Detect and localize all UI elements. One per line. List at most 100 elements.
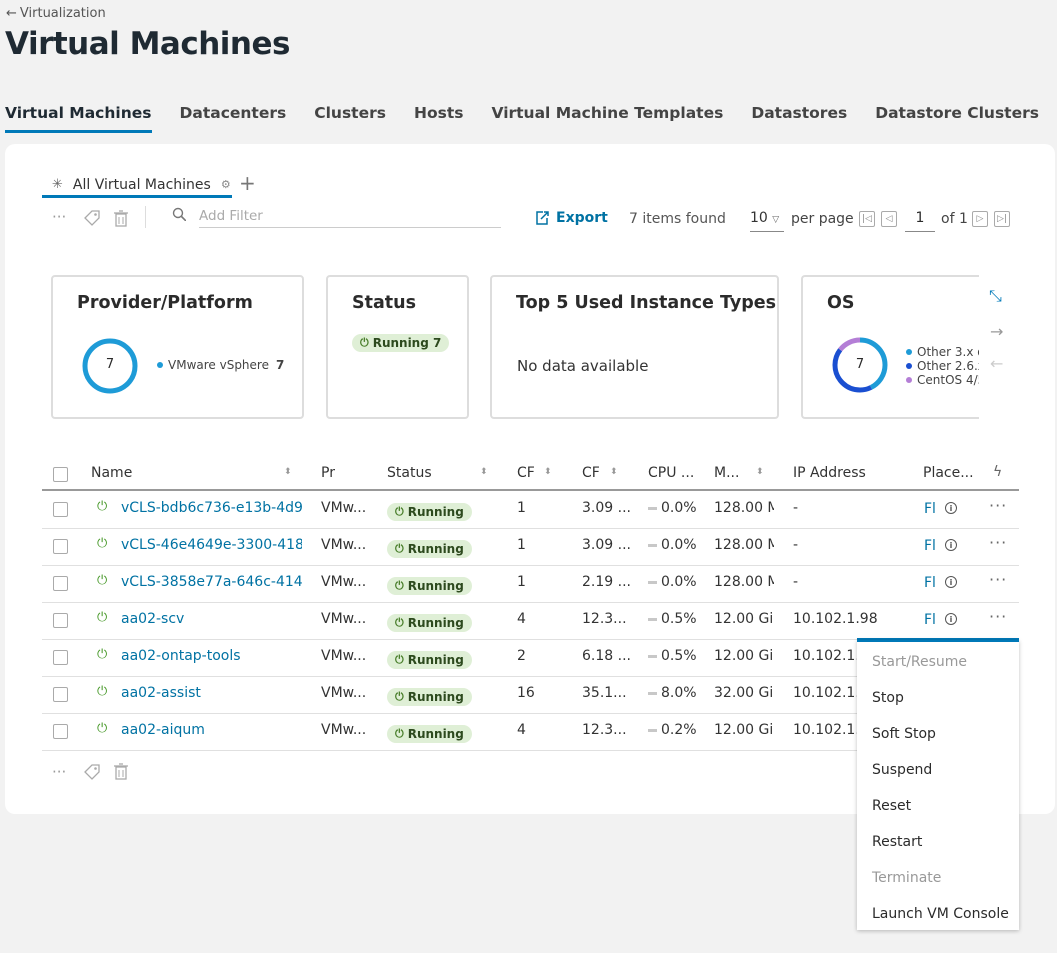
back-link[interactable]: ← Virtualization — [6, 6, 106, 21]
column-header-cpu-util[interactable]: CPU ... — [648, 465, 694, 481]
sort-icon[interactable]: ⬍ — [284, 467, 292, 477]
add-view-button[interactable]: + — [239, 171, 256, 195]
sort-icon[interactable]: ⬍ — [544, 467, 552, 477]
info-icon[interactable]: i — [945, 576, 957, 588]
first-page-icon[interactable]: |◁ — [859, 211, 875, 227]
scroll-right-icon[interactable]: → — [990, 322, 1003, 341]
column-header-cpu-freq[interactable]: CF — [582, 465, 600, 481]
vm-provider: VMw... — [321, 500, 367, 516]
tab-hosts[interactable]: Hosts — [414, 104, 463, 133]
tab-datastore-clusters[interactable]: Datastore Clusters — [875, 104, 1039, 133]
trash-icon[interactable] — [114, 210, 128, 227]
running-badge: ⏻ Running — [387, 614, 472, 632]
top5-card-title: Top 5 Used Instance Types — [516, 293, 777, 313]
tab-vm-templates[interactable]: Virtual Machine Templates — [491, 104, 723, 133]
power-icon: ⏻ — [360, 336, 369, 349]
vm-name-link[interactable]: vCLS-bdb6c736-e13b-4d9 — [121, 500, 302, 516]
collapse-icon[interactable]: ⤡ — [989, 286, 1002, 306]
menu-item-start-resume[interactable]: Start/Resume — [872, 654, 967, 670]
view-tab-all-vms[interactable]: ✳ All Virtual Machines ⚙ — [42, 174, 232, 198]
sort-icon[interactable]: ⬍ — [610, 467, 618, 477]
tag-icon[interactable] — [83, 209, 101, 227]
vm-placement-link[interactable]: Fl — [924, 612, 936, 628]
status-card-title: Status — [352, 293, 417, 313]
trash-icon[interactable] — [114, 763, 128, 780]
row-checkbox[interactable] — [53, 687, 68, 702]
gear-icon[interactable]: ⚙ — [221, 178, 231, 191]
filter-input[interactable]: Add Filter — [199, 208, 501, 228]
row-checkbox[interactable] — [53, 613, 68, 628]
menu-item-reset[interactable]: Reset — [872, 798, 911, 814]
menu-item-launch-console[interactable]: Launch VM Console — [872, 906, 1009, 922]
per-page-select[interactable]: 10 ▽ — [750, 210, 784, 232]
select-all-checkbox[interactable] — [53, 467, 68, 482]
lightning-icon[interactable]: ϟ — [993, 464, 1002, 480]
vm-name-link[interactable]: aa02-aiqum — [121, 722, 302, 738]
vm-actions-menu: Start/Resume Stop Soft Stop Suspend Rese… — [857, 640, 1019, 930]
column-header-placement[interactable]: Place... — [923, 465, 974, 481]
info-icon[interactable]: i — [945, 539, 957, 551]
vm-name-link[interactable]: vCLS-46e4649e-3300-418 — [121, 537, 302, 553]
info-icon[interactable]: i — [945, 613, 957, 625]
menu-item-soft-stop[interactable]: Soft Stop — [872, 726, 936, 742]
column-header-ip[interactable]: IP Address — [793, 465, 866, 481]
menu-item-terminate[interactable]: Terminate — [872, 870, 941, 886]
next-page-icon[interactable]: ▷ — [972, 211, 988, 227]
tab-datastores[interactable]: Datastores — [751, 104, 847, 133]
more-actions-icon[interactable]: ··· — [52, 763, 66, 781]
column-header-provider[interactable]: Pr — [321, 465, 335, 481]
row-checkbox[interactable] — [53, 650, 68, 665]
arrow-left-icon: ← — [6, 6, 17, 21]
tag-icon[interactable] — [83, 763, 101, 781]
export-button[interactable]: Export — [534, 210, 608, 226]
menu-item-stop[interactable]: Stop — [872, 690, 904, 706]
page-title: Virtual Machines — [5, 26, 290, 62]
page-input[interactable]: 1 — [905, 210, 935, 232]
status-running-filter[interactable]: ⏻ Running 7 — [352, 331, 450, 352]
vm-name-link[interactable]: aa02-scv — [121, 611, 302, 627]
vm-memory: 128.00 M — [714, 537, 774, 553]
running-badge: ⏻ Running — [387, 577, 472, 595]
menu-item-suspend[interactable]: Suspend — [872, 762, 932, 778]
row-checkbox[interactable] — [53, 539, 68, 554]
row-actions-button[interactable]: ··· — [989, 570, 1007, 589]
menu-item-restart[interactable]: Restart — [872, 834, 922, 850]
legend-dot — [906, 377, 912, 383]
column-header-status[interactable]: Status — [387, 465, 432, 481]
column-header-memory[interactable]: M... — [714, 465, 739, 481]
last-page-icon[interactable]: ▷| — [994, 211, 1010, 227]
row-checkbox[interactable] — [53, 576, 68, 591]
more-actions-icon[interactable]: ··· — [52, 208, 66, 226]
row-actions-button[interactable]: ··· — [989, 607, 1007, 626]
vm-placement-link[interactable]: Fl — [924, 538, 936, 554]
column-header-name[interactable]: Name — [91, 465, 132, 481]
power-icon: ⏻ — [97, 721, 108, 736]
vm-cpu-util: 0.2% — [648, 722, 697, 738]
tab-clusters[interactable]: Clusters — [314, 104, 386, 133]
tab-virtual-machines[interactable]: Virtual Machines — [5, 104, 152, 133]
column-header-cpus[interactable]: CF — [517, 465, 535, 481]
sort-icon[interactable]: ⬍ — [480, 467, 488, 477]
tab-datacenters[interactable]: Datacenters — [180, 104, 287, 133]
status-badge: ⏻ Running 7 — [352, 334, 450, 352]
vm-name-link[interactable]: vCLS-3858e77a-646c-414 — [121, 574, 302, 590]
power-icon: ⏻ — [395, 690, 404, 703]
vm-name-link[interactable]: aa02-ontap-tools — [121, 648, 302, 664]
running-badge: ⏻ Running — [387, 688, 472, 706]
row-actions-button[interactable]: ··· — [989, 533, 1007, 552]
row-divider — [42, 565, 1019, 566]
row-checkbox[interactable] — [53, 724, 68, 739]
sort-icon[interactable]: ⬍ — [756, 467, 764, 477]
row-actions-button[interactable]: ··· — [989, 496, 1007, 515]
vm-cpu-freq: 3.09 ... — [582, 537, 631, 553]
row-checkbox[interactable] — [53, 502, 68, 517]
vm-placement-link[interactable]: Fl — [924, 501, 936, 517]
info-icon[interactable]: i — [945, 502, 957, 514]
power-icon: ⏻ — [97, 573, 108, 588]
legend-dot — [157, 362, 163, 368]
vm-ip: - — [793, 574, 799, 590]
vm-name-link[interactable]: aa02-assist — [121, 685, 302, 701]
prev-page-icon[interactable]: ◁ — [881, 211, 897, 227]
scroll-left-icon[interactable]: ← — [990, 354, 1003, 373]
vm-placement-link[interactable]: Fl — [924, 575, 936, 591]
